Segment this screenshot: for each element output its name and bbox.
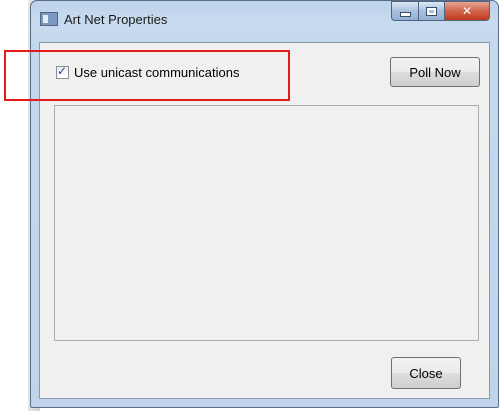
annotation-highlight-box <box>4 50 290 101</box>
minimize-icon <box>399 11 411 17</box>
poll-now-button[interactable]: Poll Now <box>390 57 480 87</box>
node-list[interactable] <box>54 105 479 341</box>
minimize-button[interactable] <box>391 1 419 21</box>
close-button[interactable]: Close <box>391 357 461 389</box>
close-icon: ✕ <box>461 4 473 18</box>
caption-buttons: ✕ <box>391 1 490 21</box>
close-window-button[interactable]: ✕ <box>445 1 490 21</box>
maximize-button[interactable] <box>419 1 445 21</box>
window-title: Art Net Properties <box>64 12 168 27</box>
app-icon <box>40 12 58 26</box>
title-bar[interactable]: Art Net Properties ✕ <box>31 1 498 41</box>
maximize-icon <box>426 6 437 16</box>
